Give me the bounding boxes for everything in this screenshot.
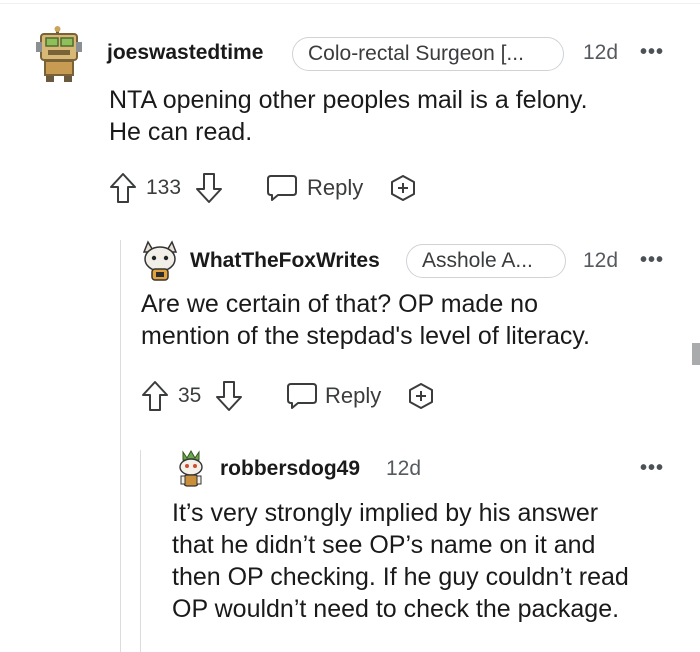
comment-body: It’s very strongly implied by his answer… [172, 497, 682, 625]
vote-count: 35 [178, 384, 202, 407]
comment-body-line: Are we certain of that? OP made no [141, 290, 538, 318]
comment-timestamp[interactable]: 12d [583, 41, 618, 65]
award-button[interactable] [388, 168, 420, 208]
upvote-button[interactable] [140, 376, 172, 416]
comment-timestamp[interactable]: 12d [583, 249, 618, 273]
user-flair: Colo-rectal Surgeon [... [292, 37, 564, 71]
upvote-arrow-icon [110, 173, 136, 203]
comment-body-line: that he didn’t see OP’s name on it and [172, 531, 596, 559]
speech-bubble-icon [287, 383, 317, 409]
comment-body-line: It’s very strongly implied by his answer [172, 499, 599, 527]
thread-line[interactable] [140, 450, 141, 652]
comment-username[interactable]: WhatTheFoxWrites [190, 249, 380, 273]
award-button[interactable] [406, 376, 438, 416]
comment-username[interactable]: joeswastedtime [107, 41, 263, 65]
reply-label[interactable]: Reply [307, 175, 363, 201]
thread-line[interactable] [120, 240, 121, 652]
snoo-avatar-icon[interactable] [175, 450, 207, 490]
comment-body: NTA opening other peoples mail is a felo… [109, 84, 669, 148]
add-award-icon [409, 383, 433, 409]
comment-body: Are we certain of that? OP made no menti… [141, 288, 681, 352]
upvote-button[interactable] [108, 168, 140, 208]
scrollbar-thumb[interactable] [692, 343, 700, 365]
comment-action-bar: 133 Reply [108, 168, 428, 208]
comment-timestamp[interactable]: 12d [386, 457, 421, 481]
comment-action-bar: 35 Reply [140, 376, 450, 416]
comment-body-line: OP wouldn’t need to check the package. [172, 595, 620, 623]
downvote-button[interactable] [214, 376, 246, 416]
comment-body-line: He can read. [109, 118, 253, 146]
vote-count: 133 [146, 176, 182, 199]
comment-body-line: mention of the stepdad's level of litera… [141, 322, 590, 350]
upvote-arrow-icon [142, 381, 168, 411]
downvote-arrow-icon [196, 173, 222, 203]
top-divider [0, 3, 700, 4]
speech-bubble-icon [267, 175, 297, 201]
more-options-button[interactable]: ••• [640, 458, 664, 478]
add-award-icon [391, 175, 415, 201]
more-options-button[interactable]: ••• [640, 42, 664, 62]
comment-body-line: then OP checking. If he guy couldn’t rea… [172, 563, 629, 591]
fox-avatar-icon[interactable] [140, 238, 180, 282]
robot-avatar-icon[interactable] [36, 26, 84, 82]
comment-body-line: NTA opening other peoples mail is a felo… [109, 86, 588, 114]
reply-label[interactable]: Reply [325, 383, 381, 409]
downvote-button[interactable] [194, 168, 226, 208]
user-flair: Asshole A... [406, 244, 566, 278]
downvote-arrow-icon [216, 381, 242, 411]
more-options-button[interactable]: ••• [640, 250, 664, 270]
comment-username[interactable]: robbersdog49 [220, 457, 360, 481]
